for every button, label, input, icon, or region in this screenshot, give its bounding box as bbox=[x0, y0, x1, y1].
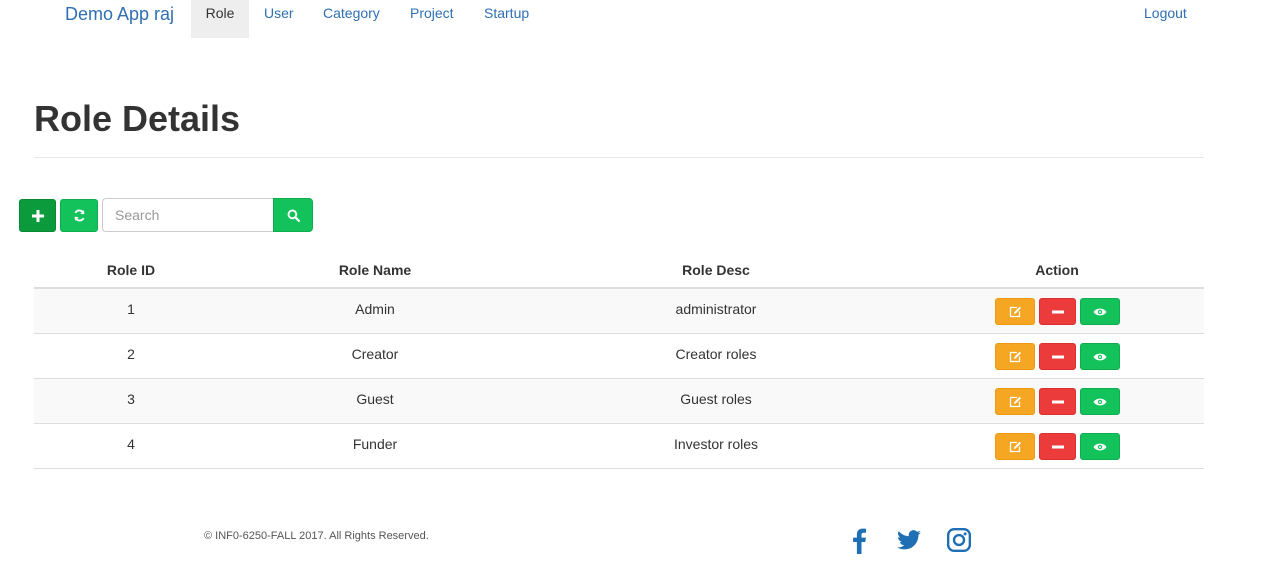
role-id-cell: 3 bbox=[127, 391, 135, 407]
copyright-text: © INF0-6250-FALL 2017. All Rights Reserv… bbox=[204, 530, 429, 542]
minus-icon bbox=[1051, 400, 1064, 403]
nav-item-project[interactable]: Project bbox=[410, 0, 454, 38]
edit-button[interactable] bbox=[995, 343, 1035, 370]
search-icon bbox=[287, 209, 300, 222]
roles-table: Role ID Role Name Role Desc Action 1 Adm… bbox=[34, 252, 1204, 469]
search-input[interactable] bbox=[102, 198, 274, 232]
role-desc-cell: Creator roles bbox=[675, 346, 757, 362]
role-id-cell: 1 bbox=[127, 301, 135, 317]
table-header: Role ID Role Name Role Desc Action bbox=[34, 252, 1204, 289]
view-button[interactable] bbox=[1080, 298, 1120, 325]
navbar: Demo App raj Role User Category Project … bbox=[0, 0, 1261, 38]
refresh-icon bbox=[73, 209, 85, 222]
nav-item-startup[interactable]: Startup bbox=[484, 0, 529, 38]
table-row: 1 Admin administrator bbox=[34, 289, 1204, 334]
instagram-icon bbox=[946, 527, 972, 553]
row-actions bbox=[995, 388, 1120, 416]
add-role-button[interactable] bbox=[19, 199, 56, 232]
minus-icon bbox=[1051, 355, 1064, 358]
search-button[interactable] bbox=[273, 198, 313, 232]
row-actions bbox=[995, 343, 1120, 371]
role-name-cell: Admin bbox=[355, 301, 395, 317]
refresh-button[interactable] bbox=[60, 199, 98, 232]
edit-icon bbox=[1009, 441, 1021, 452]
edit-icon bbox=[1009, 306, 1021, 317]
edit-icon bbox=[1009, 396, 1021, 407]
row-actions bbox=[995, 298, 1120, 326]
minus-icon bbox=[1051, 445, 1064, 448]
nav-item-user[interactable]: User bbox=[264, 0, 294, 38]
facebook-link[interactable] bbox=[849, 527, 869, 560]
role-desc-cell: Guest roles bbox=[680, 391, 752, 407]
logout-link[interactable]: Logout bbox=[1144, 0, 1187, 38]
page-title: Role Details bbox=[34, 98, 241, 139]
eye-icon bbox=[1093, 398, 1107, 405]
instagram-link[interactable] bbox=[946, 527, 972, 558]
twitter-icon bbox=[897, 530, 921, 550]
column-header-role-name: Role Name bbox=[338, 262, 412, 278]
edit-button[interactable] bbox=[995, 298, 1035, 325]
role-desc-cell: administrator bbox=[675, 301, 757, 317]
facebook-icon bbox=[853, 528, 866, 554]
role-name-cell: Guest bbox=[356, 391, 394, 407]
column-header-role-desc: Role Desc bbox=[682, 262, 750, 278]
role-name-cell: Creator bbox=[351, 346, 399, 362]
table-row: 2 Creator Creator roles bbox=[34, 334, 1204, 379]
row-actions bbox=[995, 433, 1120, 461]
column-header-action: Action bbox=[1035, 262, 1079, 278]
role-id-cell: 2 bbox=[127, 346, 135, 362]
brand-link[interactable]: Demo App raj bbox=[65, 4, 174, 25]
edit-button[interactable] bbox=[995, 433, 1035, 460]
edit-button[interactable] bbox=[995, 388, 1035, 415]
delete-button[interactable] bbox=[1039, 298, 1076, 325]
table-row: 3 Guest Guest roles bbox=[34, 379, 1204, 424]
plus-icon bbox=[31, 209, 44, 222]
minus-icon bbox=[1051, 310, 1064, 313]
nav-item-category[interactable]: Category bbox=[323, 0, 380, 38]
header-divider bbox=[34, 157, 1204, 158]
view-button[interactable] bbox=[1080, 433, 1120, 460]
twitter-link[interactable] bbox=[896, 527, 922, 558]
eye-icon bbox=[1093, 308, 1107, 315]
edit-icon bbox=[1009, 351, 1021, 362]
column-header-role-id: Role ID bbox=[106, 262, 156, 278]
view-button[interactable] bbox=[1080, 388, 1120, 415]
nav-item-role[interactable]: Role bbox=[191, 0, 249, 38]
role-name-cell: Funder bbox=[352, 436, 398, 452]
view-button[interactable] bbox=[1080, 343, 1120, 370]
role-id-cell: 4 bbox=[127, 436, 135, 452]
role-desc-cell: Investor roles bbox=[673, 436, 759, 452]
delete-button[interactable] bbox=[1039, 433, 1076, 460]
table-row: 4 Funder Investor roles bbox=[34, 424, 1204, 469]
eye-icon bbox=[1093, 353, 1107, 360]
delete-button[interactable] bbox=[1039, 388, 1076, 415]
delete-button[interactable] bbox=[1039, 343, 1076, 370]
eye-icon bbox=[1093, 443, 1107, 450]
